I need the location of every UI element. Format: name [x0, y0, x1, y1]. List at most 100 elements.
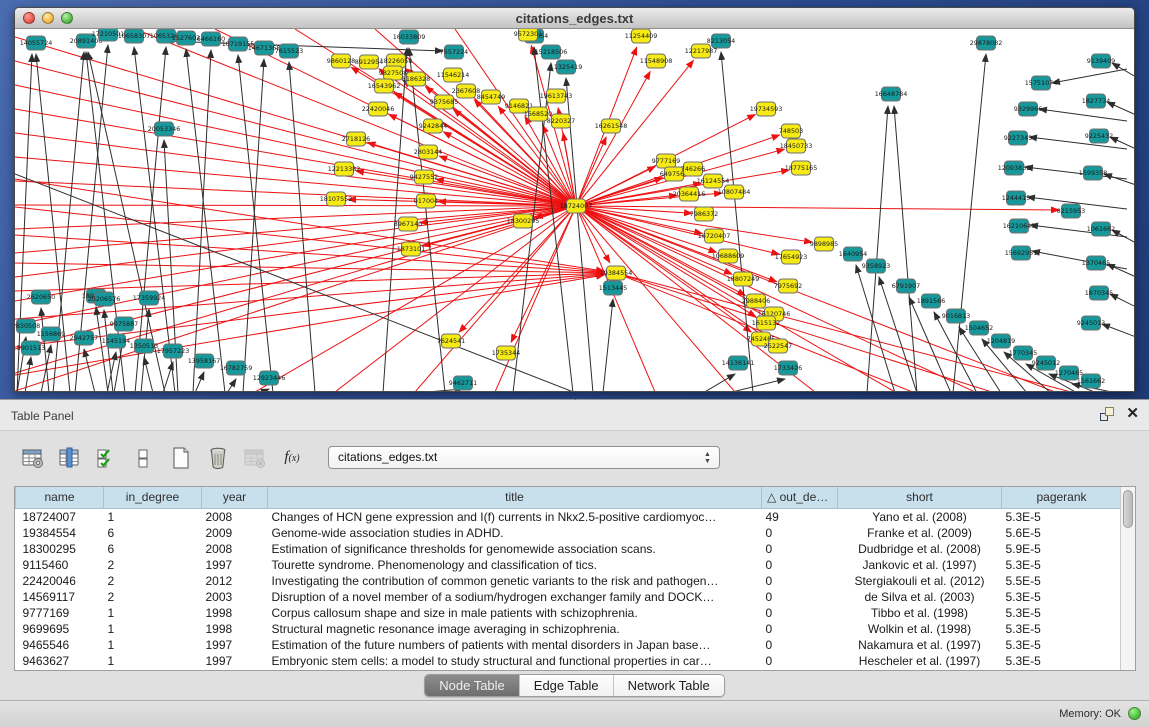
- table-cell[interactable]: 0: [762, 541, 838, 557]
- graph-node[interactable]: 9975887: [110, 317, 138, 331]
- column-header-in_degree[interactable]: in_degree: [104, 487, 202, 508]
- table-cell[interactable]: de Silva et al. (2003): [838, 589, 1002, 605]
- close-panel-icon[interactable]: ✕: [1126, 407, 1139, 421]
- graph-node[interactable]: 16210643: [1003, 219, 1036, 233]
- graph-node[interactable]: 16720407: [698, 229, 731, 243]
- network-graph[interactable]: 1405572420891406172105011065830710653247…: [15, 29, 1134, 392]
- delete-column-icon[interactable]: [205, 444, 231, 472]
- table-cell[interactable]: 9463627: [16, 653, 104, 669]
- table-cell[interactable]: Embryonic stem cells: a model to study s…: [268, 653, 762, 669]
- graph-node[interactable]: 746266: [681, 162, 705, 176]
- table-cell[interactable]: 1998: [202, 605, 268, 621]
- graph-node[interactable]: 10807484: [718, 185, 751, 199]
- graph-node[interactable]: 2522547: [764, 339, 792, 353]
- table-cell[interactable]: 5.6E-5: [1002, 525, 1122, 541]
- graph-node[interactable]: 9225432: [1085, 129, 1113, 143]
- table-cell[interactable]: Structural magnetic resonance image aver…: [268, 621, 762, 637]
- table-cell[interactable]: 0: [762, 605, 838, 621]
- graph-node[interactable]: 9860128: [327, 54, 355, 68]
- table-selector-dropdown[interactable]: citations_edges.txt ▲▼: [328, 446, 720, 469]
- graph-node[interactable]: 1870345: [1085, 286, 1113, 300]
- table-cell[interactable]: 2003: [202, 589, 268, 605]
- graph-node[interactable]: 12093832: [998, 161, 1031, 175]
- graph-node[interactable]: 16124554: [697, 174, 730, 188]
- tab-network-table[interactable]: Network Table: [613, 675, 724, 696]
- column-chooser-icon[interactable]: [57, 444, 83, 472]
- graph-node[interactable]: 7975692: [774, 279, 802, 293]
- table-cell[interactable]: 2012: [202, 573, 268, 589]
- function-builder-icon[interactable]: f(x): [279, 444, 305, 472]
- table-row[interactable]: 1872400712008Changes of HCN gene express…: [16, 508, 1122, 525]
- table-cell[interactable]: Estimation of the future numbers of pati…: [268, 637, 762, 653]
- graph-node[interactable]: 1156869: [37, 327, 65, 341]
- graph-node[interactable]: 20364416: [673, 187, 706, 201]
- select-all-icon[interactable]: [94, 444, 120, 472]
- table-row[interactable]: 946362711997Embryonic stem cells: a mode…: [16, 653, 1122, 669]
- graph-node[interactable]: 15218506: [535, 45, 568, 59]
- table-row[interactable]: 2242004622012Investigating the contribut…: [16, 573, 1122, 589]
- table-cell[interactable]: 0: [762, 653, 838, 669]
- graph-node[interactable]: 18450733: [780, 139, 813, 153]
- table-cell[interactable]: 1997: [202, 637, 268, 653]
- graph-node[interactable]: 1504652: [965, 321, 993, 335]
- column-header-pagerank[interactable]: pagerank: [1002, 487, 1122, 508]
- table-cell[interactable]: 2008: [202, 541, 268, 557]
- column-header-year[interactable]: year: [202, 487, 268, 508]
- table-cell[interactable]: 1998: [202, 621, 268, 637]
- graph-node[interactable]: 12217987: [685, 44, 718, 58]
- graph-node[interactable]: 13958167: [188, 354, 221, 368]
- graph-node[interactable]: 11548908: [640, 54, 673, 68]
- graph-node[interactable]: 2620650: [27, 290, 55, 304]
- table-cell[interactable]: 2: [104, 589, 202, 605]
- table-cell[interactable]: 19384554: [16, 525, 104, 541]
- table-cell[interactable]: 1: [104, 653, 202, 669]
- graph-node[interactable]: 7557224: [440, 45, 468, 59]
- graph-node[interactable]: 1873101: [397, 242, 425, 256]
- graph-node[interactable]: 16782759: [220, 361, 253, 375]
- graph-node[interactable]: 9329966: [1014, 102, 1042, 116]
- graph-node[interactable]: 2942757: [70, 331, 98, 345]
- delete-table-icon[interactable]: [242, 444, 268, 472]
- table-cell[interactable]: 2009: [202, 525, 268, 541]
- memory-status-indicator-icon[interactable]: [1128, 707, 1141, 720]
- table-row[interactable]: 946554611997Estimation of the future num…: [16, 637, 1122, 653]
- table-cell[interactable]: 6: [104, 525, 202, 541]
- table-cell[interactable]: 2: [104, 573, 202, 589]
- table-cell[interactable]: Investigating the contribution of common…: [268, 573, 762, 589]
- graph-node[interactable]: 1204819: [987, 334, 1015, 348]
- graph-node[interactable]: 8454749: [477, 90, 505, 104]
- table-cell[interactable]: 18724007: [16, 508, 104, 525]
- graph-node[interactable]: 17654923: [775, 250, 808, 264]
- graph-node[interactable]: 1061662: [1087, 222, 1115, 236]
- table-cell[interactable]: 1997: [202, 557, 268, 573]
- table-cell[interactable]: 9699695: [16, 621, 104, 637]
- graph-node[interactable]: 10658307: [118, 29, 151, 43]
- table-row[interactable]: 1456911722003Disruption of a novel membe…: [16, 589, 1122, 605]
- tab-edge-table[interactable]: Edge Table: [519, 675, 613, 696]
- graph-node[interactable]: 19613743: [540, 89, 573, 103]
- table-cell[interactable]: 5.3E-5: [1002, 637, 1122, 653]
- graph-node[interactable]: 9016813: [942, 309, 970, 323]
- table-cell[interactable]: 5.5E-5: [1002, 573, 1122, 589]
- graph-node[interactable]: 1513445: [599, 281, 627, 295]
- table-cell[interactable]: Genome-wide association studies in ADHD.: [268, 525, 762, 541]
- graph-node[interactable]: 1733426: [774, 361, 802, 375]
- graph-node[interactable]: 17957223: [157, 344, 190, 358]
- graph-node[interactable]: 1640954: [839, 247, 867, 261]
- table-cell[interactable]: 0: [762, 637, 838, 653]
- graph-node[interactable]: 1735344: [492, 346, 520, 360]
- table-cell[interactable]: 5.3E-5: [1002, 605, 1122, 621]
- table-cell[interactable]: 0: [762, 589, 838, 605]
- table-cell[interactable]: 5.3E-5: [1002, 621, 1122, 637]
- table-cell[interactable]: 5.3E-5: [1002, 508, 1122, 525]
- table-cell[interactable]: 9777169: [16, 605, 104, 621]
- graph-node[interactable]: 7624541: [437, 334, 465, 348]
- column-header-title[interactable]: title: [268, 487, 762, 508]
- graph-node[interactable]: 19734593: [750, 102, 783, 116]
- graph-node[interactable]: 7615523: [275, 44, 303, 58]
- graph-node[interactable]: 11254409: [625, 29, 658, 43]
- graph-node[interactable]: 22420046: [362, 102, 395, 116]
- table-row[interactable]: 1830029562008Estimation of significance …: [16, 541, 1122, 557]
- graph-node[interactable]: 16543962: [368, 79, 401, 93]
- table-cell[interactable]: 9465546: [16, 637, 104, 653]
